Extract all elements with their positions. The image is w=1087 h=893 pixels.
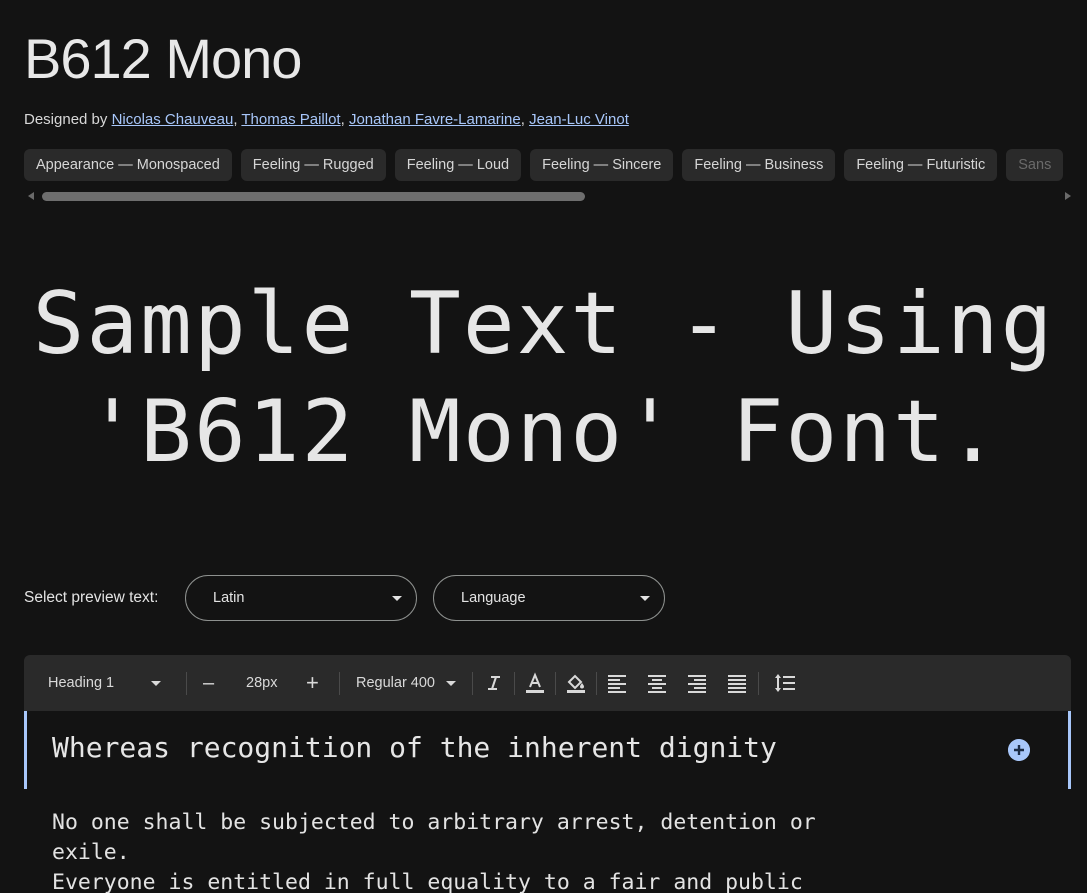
designer-link-2[interactable]: Thomas Paillot <box>241 111 340 128</box>
preview-body-text[interactable]: No one shall be subjected to arbitrary a… <box>52 808 952 893</box>
tag-chip[interactable]: Appearance — Monospaced <box>24 149 232 181</box>
sample-text-display: Sample Text - Using 'B612 Mono' Font. <box>0 270 1087 486</box>
decrease-size-label: – <box>203 672 215 694</box>
align-center-icon[interactable] <box>645 671 669 695</box>
body-text-line: exile. <box>52 840 130 865</box>
designers-line: Designed by Nicolas Chauveau, Thomas Pai… <box>24 111 629 128</box>
toolbar-divider <box>758 672 759 695</box>
scroll-right-arrow-icon[interactable] <box>1065 192 1071 200</box>
style-dropdown-value: Heading 1 <box>48 675 115 691</box>
font-specimen-page: B612 Mono Designed by Nicolas Chauveau, … <box>0 0 1087 893</box>
toolbar-divider <box>514 672 515 695</box>
tag-chip[interactable]: Feeling — Futuristic <box>844 149 998 181</box>
align-justify-icon[interactable] <box>725 671 749 695</box>
increase-size-button[interactable]: + <box>306 655 319 711</box>
designer-link-3[interactable]: Jonathan Favre-Lamarine <box>349 111 521 128</box>
language-select-value: Language <box>461 590 526 606</box>
editor-toolbar: Heading 1 – 28px + Regular 400 <box>24 655 1071 711</box>
tag-chip[interactable]: Sans <box>1006 149 1064 181</box>
highlight-color-icon[interactable] <box>564 671 588 695</box>
script-select-value: Latin <box>213 590 245 606</box>
designer-link-4[interactable]: Jean-Luc Vinot <box>529 111 629 128</box>
editable-heading-text[interactable]: Whereas recognition of the inherent dign… <box>52 731 777 764</box>
weight-dropdown[interactable]: Regular 400 <box>356 655 435 711</box>
scroll-left-arrow-icon[interactable] <box>28 192 34 200</box>
tag-chip-list: Appearance — Monospaced Feeling — Rugged F… <box>24 149 1087 182</box>
tag-chip[interactable]: Feeling — Business <box>682 149 836 181</box>
toolbar-divider <box>339 672 340 695</box>
designed-by-label: Designed by <box>24 111 108 128</box>
script-select[interactable]: Latin <box>185 575 417 621</box>
sample-text-line-1: Sample Text - Using <box>32 274 1055 374</box>
add-circle-icon[interactable] <box>1008 739 1030 761</box>
designer-link-1[interactable]: Nicolas Chauveau <box>112 111 234 128</box>
weight-dropdown-value: Regular 400 <box>356 675 435 691</box>
scrollbar-thumb[interactable] <box>42 192 585 201</box>
body-text-line: No one shall be subjected to arbitrary a… <box>52 810 816 835</box>
align-left-icon[interactable] <box>605 671 629 695</box>
align-right-icon[interactable] <box>685 671 709 695</box>
italic-icon[interactable] <box>482 671 506 695</box>
tags-scrollbar[interactable] <box>24 189 1075 203</box>
increase-size-label: + <box>306 670 319 695</box>
tag-chip[interactable]: Feeling — Rugged <box>240 149 386 181</box>
tag-chip[interactable]: Feeling — Sincere <box>530 149 674 181</box>
size-value[interactable]: 28px <box>246 655 277 711</box>
body-text-line: Everyone is entitled in full equality to… <box>52 870 803 893</box>
chevron-down-icon <box>640 596 650 601</box>
language-select[interactable]: Language <box>433 575 665 621</box>
chevron-down-icon <box>392 596 402 601</box>
toolbar-divider <box>596 672 597 695</box>
chevron-down-icon <box>446 681 456 686</box>
heading-editor-block[interactable]: Whereas recognition of the inherent dign… <box>24 711 1071 789</box>
line-height-icon[interactable] <box>773 671 797 695</box>
tag-chip[interactable]: Feeling — Loud <box>394 149 522 181</box>
chevron-down-icon <box>151 681 161 686</box>
toolbar-divider <box>186 672 187 695</box>
toolbar-divider <box>472 672 473 695</box>
page-title: B612 Mono <box>24 27 302 90</box>
sample-text-line-2: 'B612 Mono' Font. <box>86 382 1001 482</box>
text-color-icon[interactable] <box>523 671 547 695</box>
decrease-size-button[interactable]: – <box>203 655 214 711</box>
toolbar-divider <box>555 672 556 695</box>
preview-text-label: Select preview text: <box>24 589 159 606</box>
